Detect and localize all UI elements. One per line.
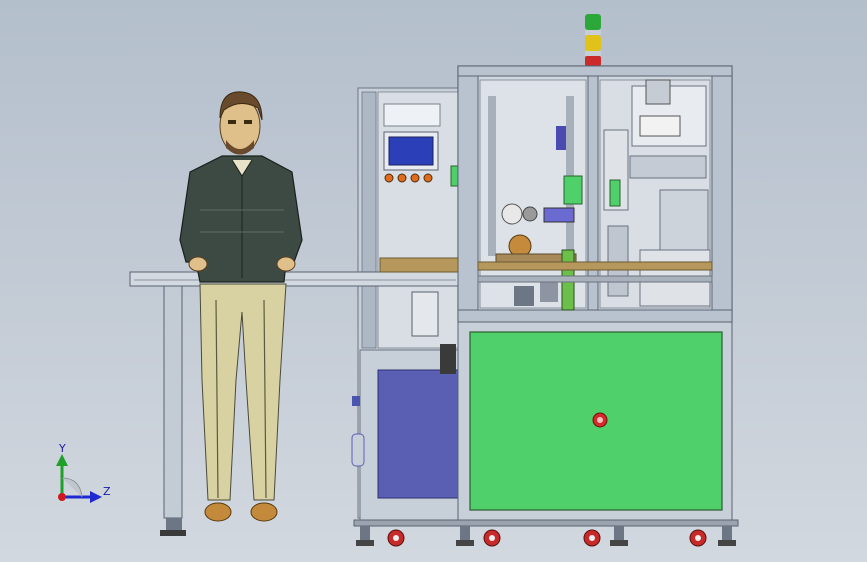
mechanism-right-bay [599,79,711,309]
x-axis-origin-icon [58,493,66,501]
cad-viewport[interactable]: Y Z [0,0,867,562]
table-leg [163,285,183,519]
coordinate-triad: Y Z [56,442,111,503]
control-button [423,173,433,183]
tower-light-yellow [585,35,601,51]
main-enclosure [457,65,733,521]
control-button [410,173,420,183]
hmi-screen [388,136,434,166]
z-axis-label: Z [103,485,111,498]
caster [356,526,405,547]
rotation-arc-icon [61,477,83,498]
tower-light-green [585,14,601,30]
lower-panel-left [377,369,459,499]
control-button [384,173,394,183]
z-axis-arrow-icon [90,491,102,503]
caster [689,526,736,547]
emergency-stop-button [592,412,608,428]
human-scale-figure [179,91,303,522]
y-axis-label: Y [58,442,66,455]
casters [353,519,739,547]
control-button [397,173,407,183]
tower-light [585,14,601,68]
y-axis-arrow-icon [56,454,68,466]
caster [583,526,628,547]
left-cabinet [351,87,465,521]
caster [456,526,501,547]
tower-light-red [585,56,601,66]
